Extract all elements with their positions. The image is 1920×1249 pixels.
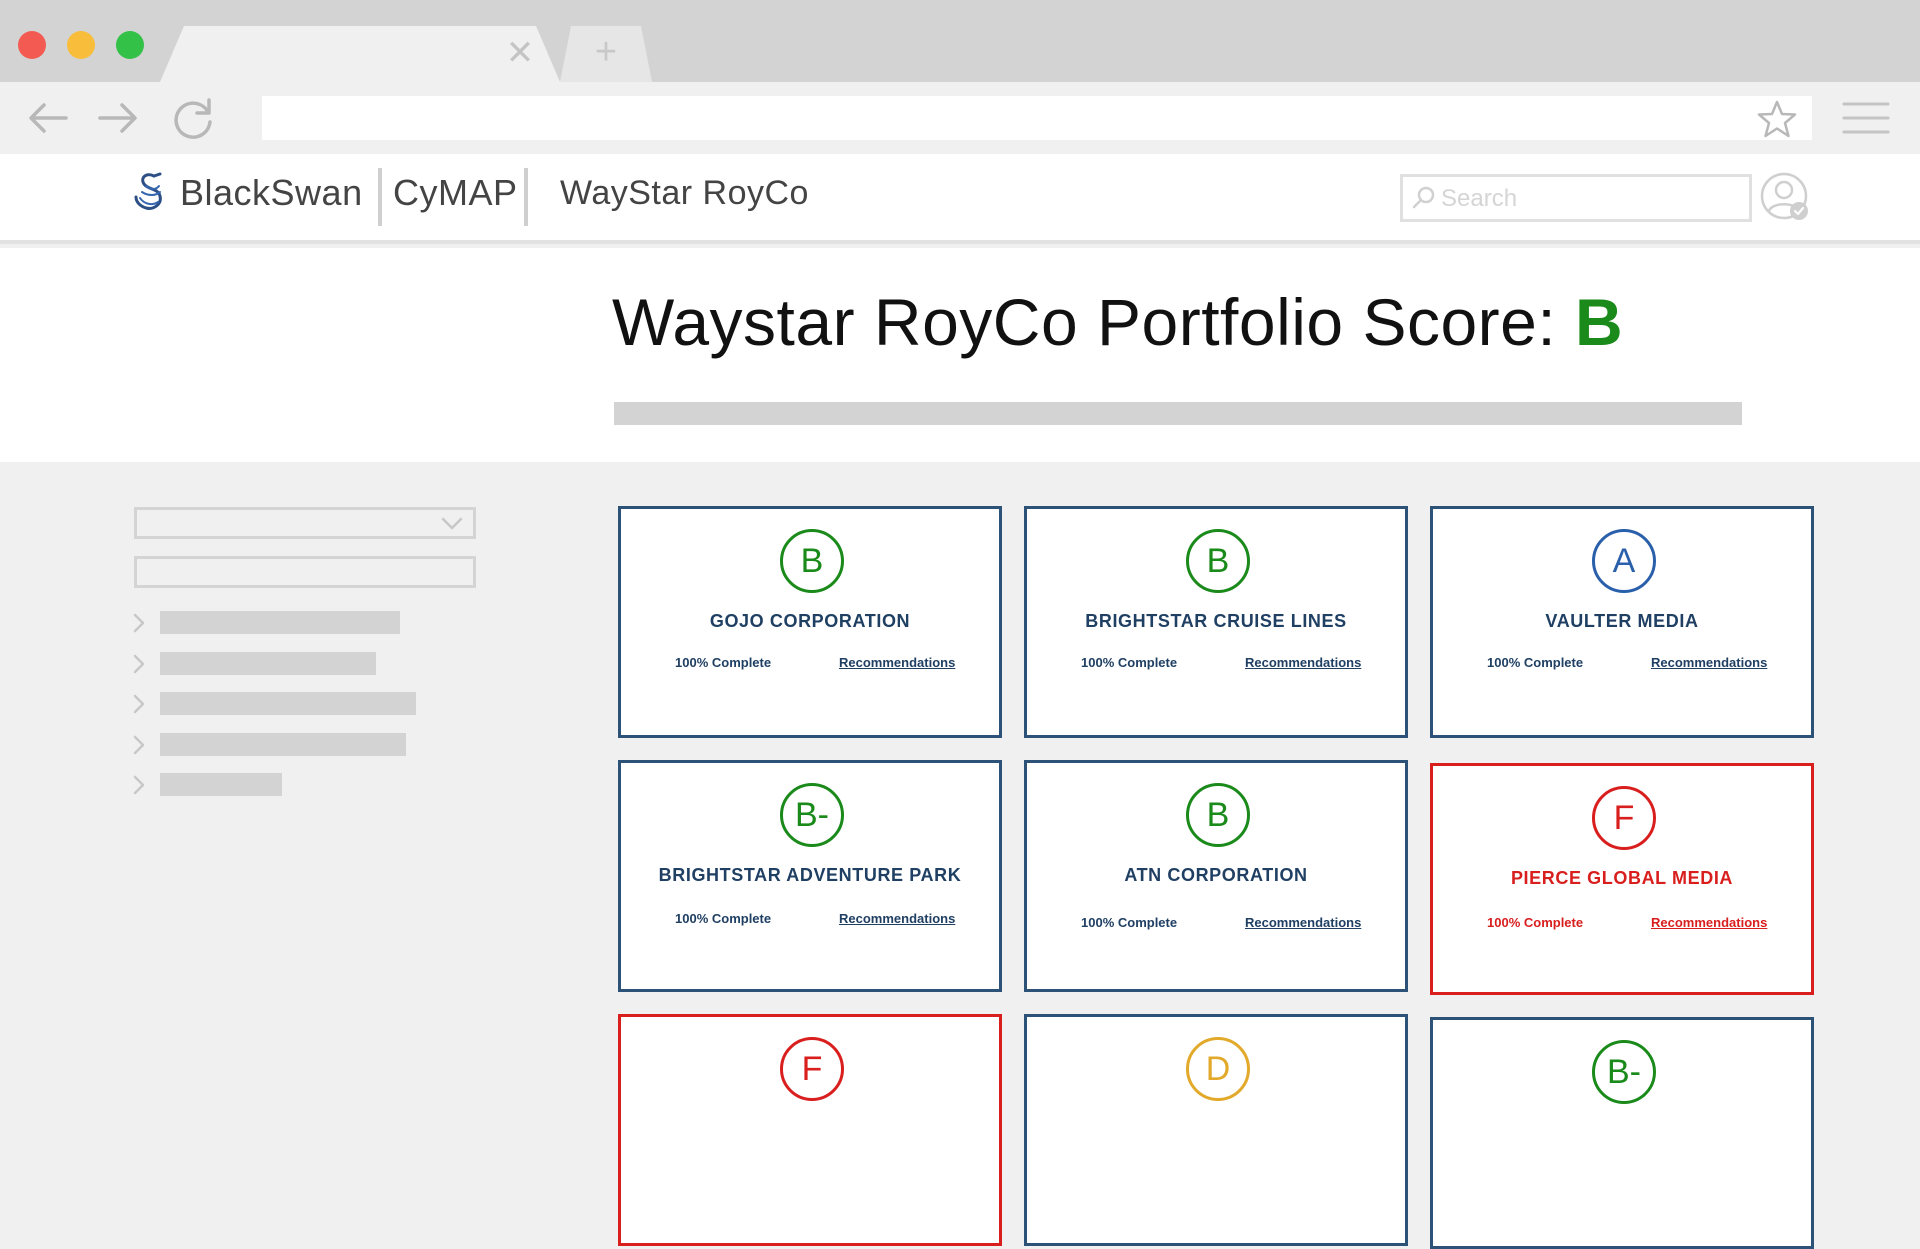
- hamburger-menu-icon[interactable]: [1842, 100, 1890, 136]
- company-name: PIERCE GLOBAL MEDIA: [1510, 868, 1734, 888]
- filter-input[interactable]: [134, 556, 476, 588]
- grade-badge: B: [780, 529, 844, 593]
- grade-badge: A: [1592, 529, 1656, 593]
- portfolio-grade: B: [1575, 285, 1624, 359]
- back-arrow-icon[interactable]: [24, 94, 72, 142]
- company-card[interactable]: B ATN CORPORATION 100% Complete Recommen…: [1024, 760, 1408, 992]
- grade-badge: B-: [1592, 1040, 1656, 1104]
- chevron-right-icon[interactable]: [130, 774, 148, 796]
- address-bar[interactable]: [262, 96, 1812, 140]
- chevron-down-icon[interactable]: [440, 513, 464, 533]
- filter-dropdown[interactable]: [134, 507, 476, 539]
- completion-status: 100% Complete: [1081, 915, 1178, 930]
- plus-icon[interactable]: +: [590, 33, 622, 71]
- grade-badge: B-: [780, 783, 844, 847]
- browser-tab[interactable]: [160, 26, 560, 82]
- bookmark-star-icon[interactable]: [1756, 98, 1798, 140]
- completion-status: 100% Complete: [675, 655, 772, 670]
- company-card[interactable]: A VAULTER MEDIA 100% Complete Recommenda…: [1430, 506, 1814, 738]
- grade-badge: F: [1592, 786, 1656, 850]
- close-tab-icon[interactable]: ✕: [505, 36, 535, 70]
- tree-item-placeholder: [160, 692, 416, 715]
- recommendations-link[interactable]: Recommendations: [1245, 655, 1361, 670]
- chevron-right-icon[interactable]: [130, 653, 148, 675]
- header-divider: [524, 168, 528, 226]
- brand-name[interactable]: BlackSwan: [180, 172, 363, 214]
- completion-status: 100% Complete: [1487, 655, 1584, 670]
- tree-item-placeholder: [160, 611, 400, 634]
- portfolio-progress-bar: [614, 402, 1742, 425]
- company-card[interactable]: B-: [1430, 1017, 1814, 1249]
- portfolio-score-label: Waystar RoyCo Portfolio Score:: [612, 285, 1576, 359]
- recommendations-link[interactable]: Recommendations: [1245, 915, 1361, 930]
- company-card[interactable]: D: [1024, 1014, 1408, 1246]
- minimize-window-button[interactable]: [67, 31, 95, 59]
- search-icon: [1412, 186, 1435, 209]
- maximize-window-button[interactable]: [116, 31, 144, 59]
- company-name: GOJO CORPORATION: [709, 611, 911, 631]
- recommendations-link[interactable]: Recommendations: [1651, 655, 1767, 670]
- tree-item-placeholder: [160, 773, 282, 796]
- grade-badge: B: [1186, 529, 1250, 593]
- company-card[interactable]: F PIERCE GLOBAL MEDIA 100% Complete Reco…: [1430, 763, 1814, 995]
- portfolio-score-heading: Waystar RoyCo Portfolio Score: B: [612, 284, 1623, 360]
- client-name[interactable]: WayStar RoyCo: [560, 174, 809, 213]
- tree-item-placeholder: [160, 733, 406, 756]
- user-avatar-icon[interactable]: [1760, 172, 1810, 222]
- completion-status: 100% Complete: [1487, 915, 1584, 930]
- recommendations-link[interactable]: Recommendations: [839, 911, 955, 926]
- recommendations-link[interactable]: Recommendations: [1651, 915, 1767, 930]
- company-name: BRIGHTSTAR CRUISE LINES: [1085, 611, 1347, 631]
- company-name: BRIGHTSTAR ADVENTURE PARK: [658, 865, 962, 885]
- company-name: VAULTER MEDIA: [1545, 611, 1699, 631]
- product-name[interactable]: CyMAP: [393, 172, 518, 214]
- tree-item-placeholder: [160, 652, 376, 675]
- grade-badge: F: [780, 1037, 844, 1101]
- grade-badge: B: [1186, 783, 1250, 847]
- search-input[interactable]: [1441, 183, 1741, 215]
- company-card[interactable]: B- BRIGHTSTAR ADVENTURE PARK 100% Comple…: [618, 760, 1002, 992]
- company-card[interactable]: B GOJO CORPORATION 100% Complete Recomme…: [618, 506, 1002, 738]
- company-name: ATN CORPORATION: [1124, 865, 1308, 885]
- swan-logo-icon: [134, 172, 162, 210]
- forward-arrow-icon[interactable]: [94, 94, 142, 142]
- completion-status: 100% Complete: [675, 911, 772, 926]
- reload-icon[interactable]: [170, 94, 218, 142]
- header-divider: [378, 168, 382, 226]
- grade-badge: D: [1186, 1037, 1250, 1101]
- chevron-right-icon[interactable]: [130, 693, 148, 715]
- company-card[interactable]: B BRIGHTSTAR CRUISE LINES 100% Complete …: [1024, 506, 1408, 738]
- chevron-right-icon[interactable]: [130, 734, 148, 756]
- search-box[interactable]: [1400, 174, 1752, 222]
- recommendations-link[interactable]: Recommendations: [839, 655, 955, 670]
- company-card[interactable]: F: [618, 1014, 1002, 1246]
- completion-status: 100% Complete: [1081, 655, 1178, 670]
- close-window-button[interactable]: [18, 31, 46, 59]
- chevron-right-icon[interactable]: [130, 612, 148, 634]
